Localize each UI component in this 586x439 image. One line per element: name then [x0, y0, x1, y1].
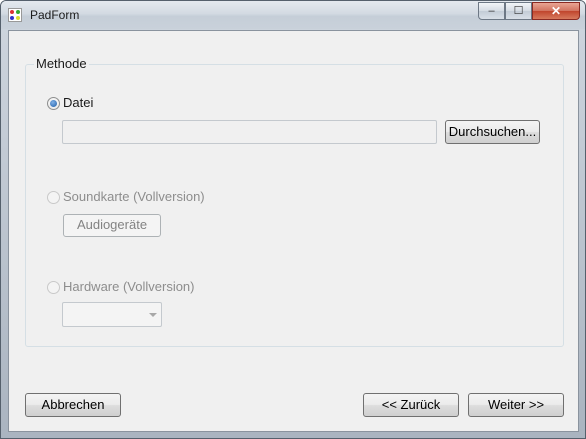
app-icon	[8, 8, 22, 22]
next-button[interactable]: Weiter >>	[468, 393, 564, 417]
close-button[interactable]: ✕	[532, 2, 580, 20]
maximize-button[interactable]: ☐	[505, 2, 532, 20]
chevron-down-icon	[149, 313, 157, 317]
radio-hardware[interactable]	[47, 281, 60, 294]
radio-hardware-label[interactable]: Hardware (Vollversion)	[63, 279, 195, 294]
method-group-label: Methode	[34, 56, 89, 71]
hardware-select[interactable]	[62, 302, 162, 327]
browse-button[interactable]: Durchsuchen...	[445, 120, 540, 144]
padform-window: PadForm – ☐ ✕ Methode Datei Durchsuchen.…	[0, 0, 586, 439]
radio-soundkarte-label[interactable]: Soundkarte (Vollversion)	[63, 189, 205, 204]
radio-soundkarte[interactable]	[47, 191, 60, 204]
file-path-input[interactable]	[62, 120, 437, 144]
window-title: PadForm	[30, 8, 80, 22]
minimize-icon: –	[488, 5, 495, 17]
maximize-icon: ☐	[513, 5, 524, 17]
back-button[interactable]: << Zurück	[363, 393, 459, 417]
cancel-button[interactable]: Abbrechen	[25, 393, 121, 417]
dialog-client-area: Methode Datei Durchsuchen... Soundkarte …	[8, 30, 579, 432]
radio-datei[interactable]	[47, 97, 60, 110]
radio-datei-label[interactable]: Datei	[63, 95, 93, 110]
title-bar[interactable]: PadForm – ☐ ✕	[1, 1, 585, 29]
close-icon: ✕	[550, 4, 562, 18]
minimize-button[interactable]: –	[478, 2, 505, 20]
audio-devices-button[interactable]: Audiogeräte	[63, 214, 161, 237]
